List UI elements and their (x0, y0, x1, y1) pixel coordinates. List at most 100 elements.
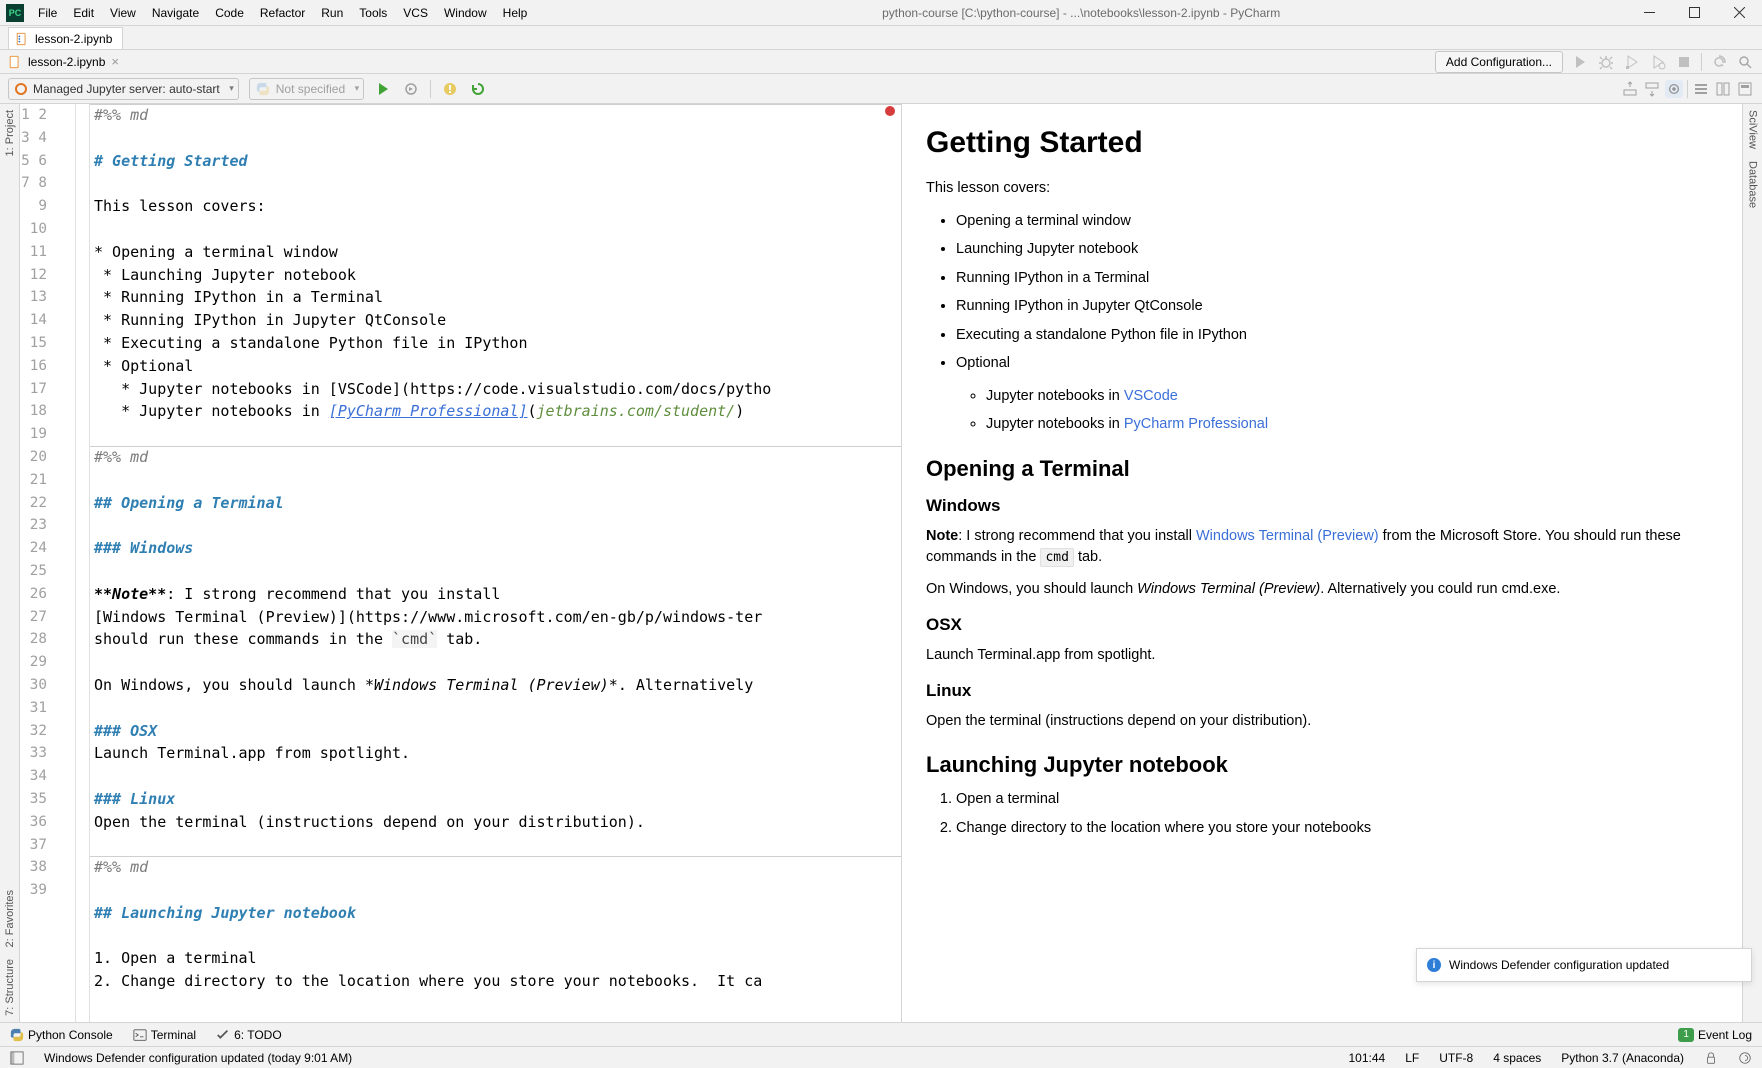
left-tool-strip: 1: Project 2: Favorites 7: Structure (0, 104, 20, 1022)
indent-setting[interactable]: 4 spaces (1493, 1051, 1541, 1065)
menu-help[interactable]: Help (495, 2, 536, 24)
menu-vcs[interactable]: VCS (395, 2, 436, 24)
sciview-tool[interactable]: SciView (1747, 104, 1759, 155)
structure-tool[interactable]: 7: Structure (4, 953, 16, 1022)
python-env-select[interactable]: Not specified (249, 78, 364, 100)
menu-window[interactable]: Window (436, 2, 495, 24)
code-area[interactable]: #%% md # Getting Started This lesson cov… (90, 104, 901, 1022)
project-tool[interactable]: 1: Project (4, 104, 16, 162)
coverage-icon[interactable] (1623, 53, 1641, 71)
bottom-tool-bar: Python Console Terminal 6: TODO 1 Event … (0, 1022, 1762, 1046)
interrupt-kernel-icon[interactable] (441, 80, 459, 98)
status-message: Windows Defender configuration updated (… (44, 1051, 352, 1065)
list-item: Running IPython in a Terminal (956, 267, 1718, 289)
heading-windows: Windows (926, 496, 1718, 516)
add-configuration-button[interactable]: Add Configuration... (1435, 51, 1563, 73)
view-as-code-icon[interactable] (1665, 80, 1683, 98)
page-title: Getting Started (926, 126, 1718, 160)
menu-code[interactable]: Code (207, 2, 252, 24)
notification-popup[interactable]: i Windows Defender configuration updated (1416, 948, 1752, 982)
search-icon[interactable] (1736, 53, 1754, 71)
python-interpreter[interactable]: Python 3.7 (Anaconda) (1561, 1051, 1684, 1065)
update-icon[interactable] (1710, 53, 1728, 71)
close-tab-icon[interactable]: × (111, 54, 119, 69)
todo-tool[interactable]: 6: TODO (216, 1028, 282, 1042)
list-item: Launching Jupyter notebook (956, 238, 1718, 260)
status-bar: Windows Defender configuration updated (… (0, 1046, 1762, 1068)
list-item: Jupyter notebooks in PyCharm Professiona… (986, 413, 1718, 435)
favorites-tool[interactable]: 2: Favorites (4, 884, 16, 953)
right-tool-strip: SciView Database (1742, 104, 1762, 1022)
menu-view[interactable]: View (102, 2, 144, 24)
restart-kernel-icon[interactable] (469, 80, 487, 98)
python-icon (10, 1028, 24, 1042)
minimize-button[interactable] (1627, 0, 1672, 26)
debug-cell-icon[interactable] (402, 80, 420, 98)
list-item: Optional Jupyter notebooks in VSCode Jup… (956, 352, 1718, 435)
info-icon: i (1427, 958, 1441, 972)
vscode-link[interactable]: VSCode (1124, 388, 1178, 404)
run-icon[interactable] (1571, 53, 1589, 71)
menu-tools[interactable]: Tools (351, 2, 395, 24)
list-item: Jupyter notebooks in VSCode (986, 385, 1718, 407)
event-log-tool[interactable]: 1 Event Log (1678, 1028, 1752, 1042)
breadcrumb-file[interactable]: lesson-2.ipynb (28, 55, 105, 69)
list-item: Open a terminal (956, 788, 1718, 810)
jupyter-server-select[interactable]: Managed Jupyter server: auto-start (8, 78, 239, 100)
osx-p: Launch Terminal.app from spotlight. (926, 645, 1718, 667)
terminal-tool[interactable]: Terminal (133, 1028, 196, 1042)
add-cell-above-icon[interactable] (1621, 80, 1639, 98)
cursor-position[interactable]: 101:44 (1349, 1051, 1386, 1065)
fold-column (76, 104, 90, 1022)
editor-pane[interactable]: 1 2 3 4 5 6 7 8 9 10 11 12 13 14 15 16 1… (20, 104, 902, 1022)
database-tool[interactable]: Database (1747, 155, 1759, 214)
windows-p2: On Windows, you should launch Windows Te… (926, 579, 1718, 601)
tab-label: lesson-2.ipynb (35, 32, 112, 46)
pycharm-link[interactable]: PyCharm Professional (1124, 416, 1268, 432)
editor-and-preview-icon[interactable] (1714, 80, 1732, 98)
editor-only-icon[interactable] (1692, 80, 1710, 98)
jupyter-icon (15, 83, 27, 95)
main-menu: File Edit View Navigate Code Refactor Ru… (30, 2, 535, 24)
menu-edit[interactable]: Edit (65, 2, 102, 24)
add-cell-below-icon[interactable] (1643, 80, 1661, 98)
line-separator[interactable]: LF (1405, 1051, 1419, 1065)
list-item: Change directory to the location where y… (956, 817, 1718, 839)
lock-icon[interactable] (1704, 1051, 1718, 1065)
close-button[interactable] (1717, 0, 1762, 26)
debug-icon[interactable] (1597, 53, 1615, 71)
editor-tabs: lesson-2.ipynb (0, 26, 1762, 50)
heading-opening: Opening a Terminal (926, 456, 1718, 482)
tab-lesson-2[interactable]: lesson-2.ipynb (8, 27, 123, 49)
notification-text: Windows Defender configuration updated (1449, 958, 1669, 972)
preview-only-icon[interactable] (1736, 80, 1754, 98)
nav-row: lesson-2.ipynb × Add Configuration... (0, 50, 1762, 74)
notebook-icon (15, 32, 29, 46)
title-bar: PC File Edit View Navigate Code Refactor… (0, 0, 1762, 26)
list-item: Running IPython in Jupyter QtConsole (956, 295, 1718, 317)
menu-file[interactable]: File (30, 2, 65, 24)
run-cell-icon[interactable] (374, 80, 392, 98)
python-console-tool[interactable]: Python Console (10, 1028, 113, 1042)
linux-p: Open the terminal (instructions depend o… (926, 711, 1718, 733)
menu-refactor[interactable]: Refactor (252, 2, 313, 24)
window-title: python-course [C:\python-course] - ...\n… (535, 6, 1627, 20)
heading-launching: Launching Jupyter notebook (926, 752, 1718, 778)
error-indicator-icon[interactable] (885, 106, 895, 116)
preview-pane[interactable]: Getting Started This lesson covers: Open… (902, 104, 1742, 1022)
tool-windows-icon[interactable] (10, 1051, 24, 1065)
file-encoding[interactable]: UTF-8 (1439, 1051, 1473, 1065)
menu-navigate[interactable]: Navigate (144, 2, 207, 24)
python-icon (256, 82, 270, 96)
heading-osx: OSX (926, 615, 1718, 635)
stop-icon[interactable] (1675, 53, 1693, 71)
window-controls (1627, 0, 1762, 26)
profile-icon[interactable] (1649, 53, 1667, 71)
inspector-icon[interactable] (1738, 1051, 1752, 1065)
list-item: Executing a standalone Python file in IP… (956, 324, 1718, 346)
line-gutter: 1 2 3 4 5 6 7 8 9 10 11 12 13 14 15 16 1… (20, 104, 76, 1022)
maximize-button[interactable] (1672, 0, 1717, 26)
notebook-toolbar: Managed Jupyter server: auto-start Not s… (0, 74, 1762, 104)
menu-run[interactable]: Run (313, 2, 351, 24)
windows-terminal-link[interactable]: Windows Terminal (Preview) (1196, 528, 1379, 544)
